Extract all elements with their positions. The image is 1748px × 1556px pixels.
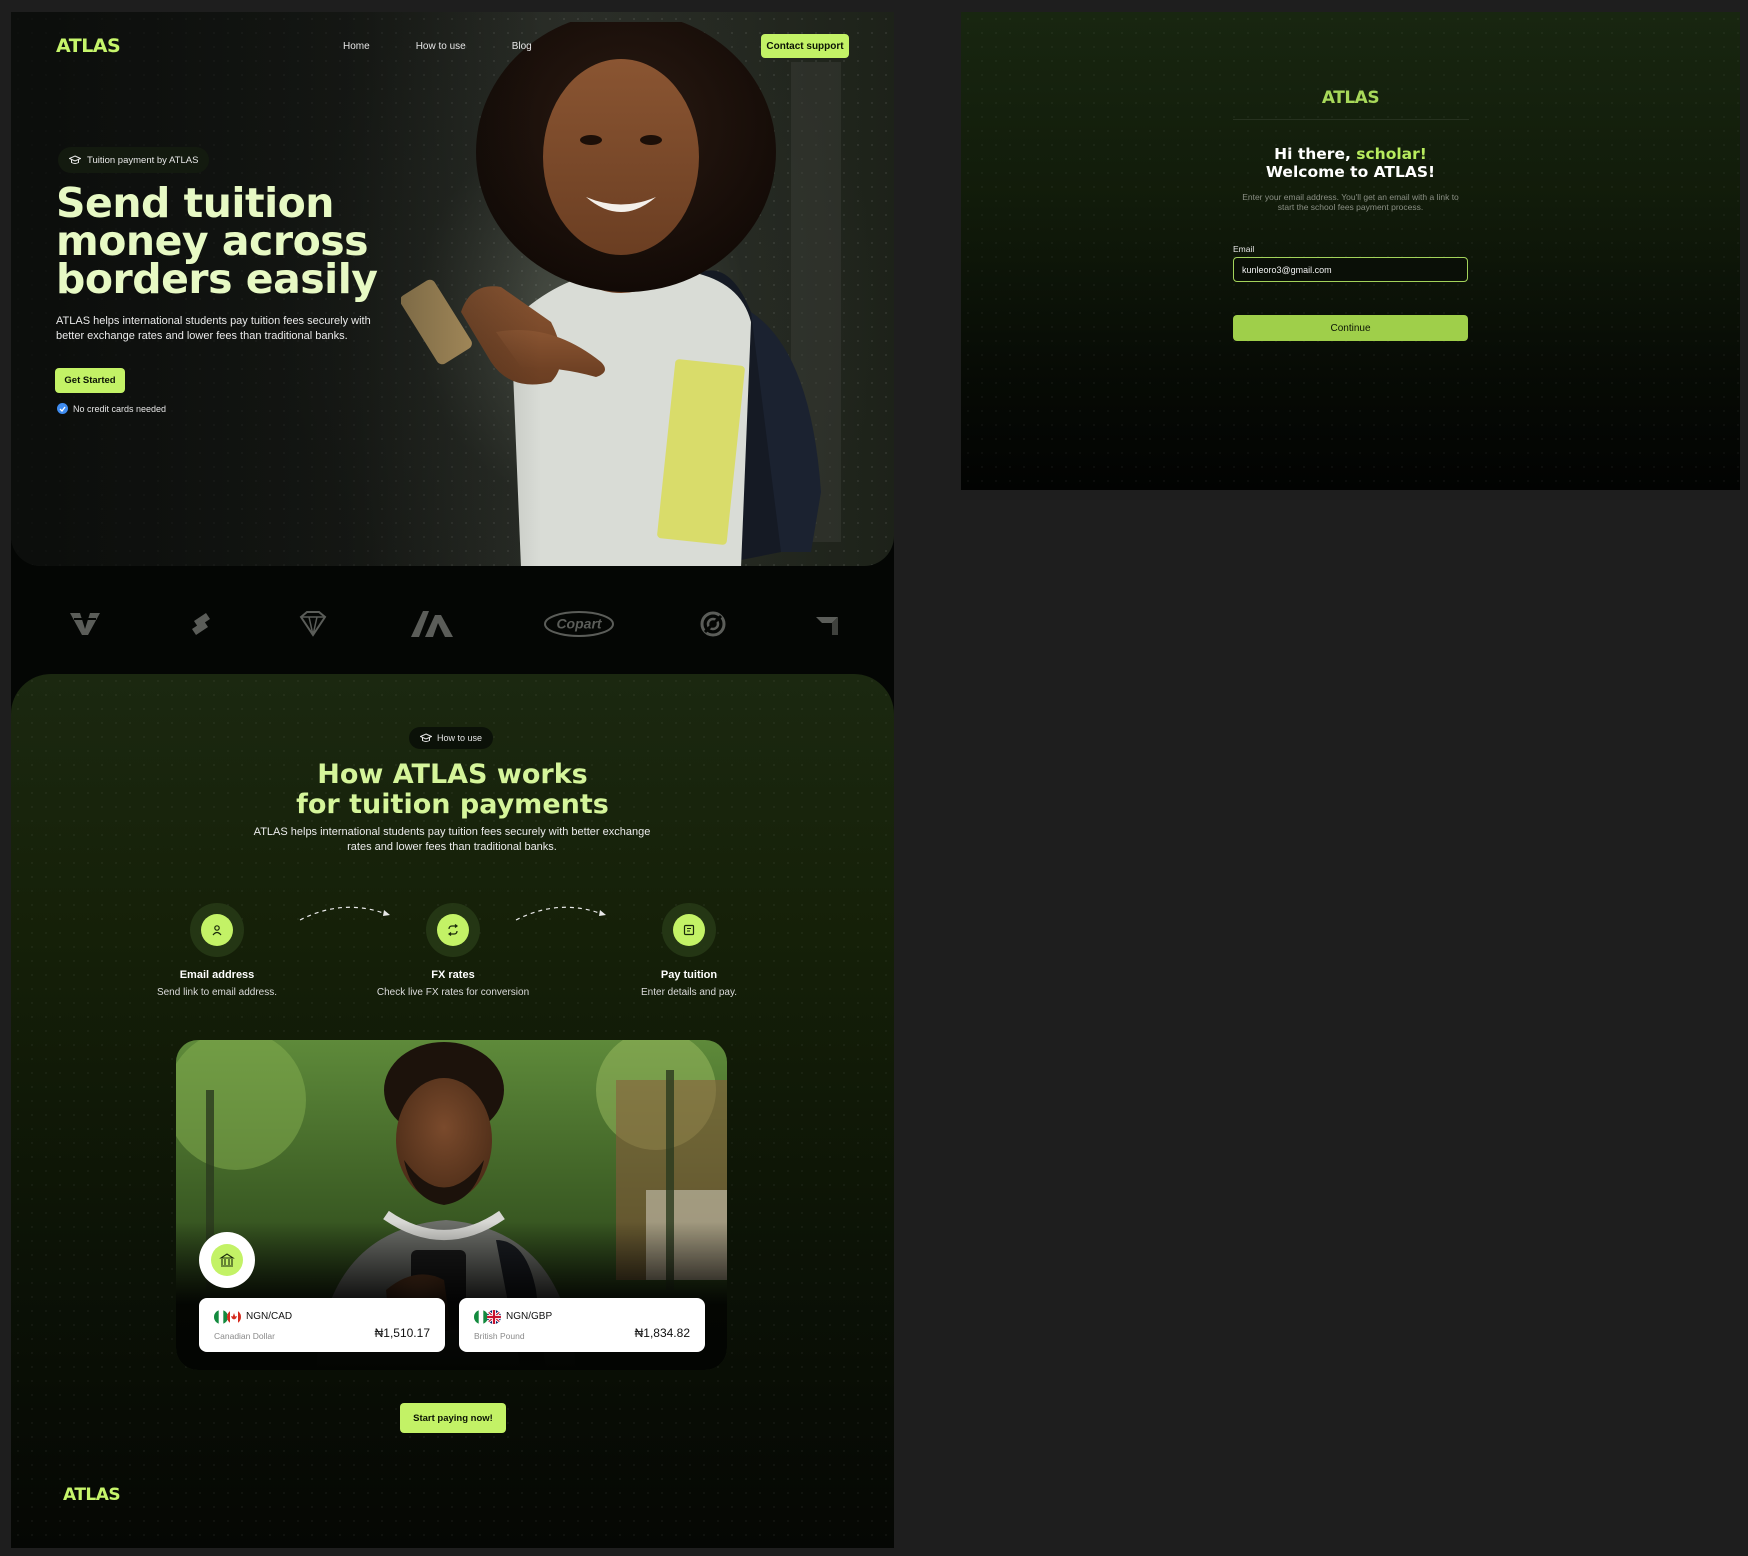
step-subtitle: Check live FX rates for conversion: [376, 987, 530, 998]
step-subtitle: Enter details and pay.: [641, 987, 737, 998]
graduation-cap-icon: [69, 155, 81, 164]
user-icon: [201, 914, 233, 946]
rate-currency-name: Canadian Dollar: [214, 1331, 275, 1341]
hero-description: ATLAS helps international students pay t…: [56, 315, 371, 342]
step-icon-ring: [190, 903, 244, 957]
greeting-accent: scholar!: [1356, 145, 1427, 163]
step-email-address: Email address Send link to email address…: [127, 903, 307, 998]
greeting-line-2: Welcome to ATLAS!: [1265, 163, 1436, 181]
s-logo-icon: [179, 602, 223, 646]
step-title: Email address: [179, 969, 255, 981]
main-nav: Home How to use Blog: [343, 41, 532, 52]
how-badge: How to use: [409, 727, 494, 749]
continue-button[interactable]: Continue: [1233, 315, 1468, 341]
greeting-line-1: Hi there, scholar!: [961, 145, 1740, 163]
nav-link-blog[interactable]: Blog: [512, 41, 532, 52]
step-subtitle: Send link to email address.: [156, 987, 278, 998]
uk-flag-icon: [487, 1310, 501, 1324]
how-description: ATLAS helps international students pay t…: [253, 826, 651, 853]
how-badge-label: How to use: [437, 733, 483, 743]
hero-badge: Tuition payment by ATLAS: [58, 147, 210, 173]
step-title: Pay tuition: [660, 969, 718, 981]
diamond-logo-icon: [291, 602, 335, 646]
how-title-line: How ATLAS works: [317, 759, 588, 790]
how-title-line: for tuition payments: [296, 789, 609, 820]
rate-card-ngn-gbp[interactable]: NGN/GBP British Pound ₦1,834.82: [459, 1298, 705, 1352]
exchange-icon: [437, 914, 469, 946]
copart-logo-icon: Copart: [541, 602, 617, 646]
nav-logo[interactable]: ATLAS: [56, 35, 121, 57]
step-icon-ring: [426, 903, 480, 957]
how-it-works-section: How to use How ATLAS works for tuition p…: [11, 674, 894, 1548]
hero-title: Send tuition money across borders easily: [56, 183, 476, 303]
greeting-prefix: Hi there,: [1274, 145, 1357, 163]
email-field[interactable]: [1233, 257, 1468, 282]
nav-link-how-to-use[interactable]: How to use: [416, 41, 466, 52]
step-pay-tuition: Pay tuition Enter details and pay.: [599, 903, 779, 998]
rate-currency-name: British Pound: [474, 1331, 525, 1341]
block-logo-icon: [805, 602, 849, 646]
school-badge: [199, 1232, 255, 1288]
receipt-icon: [673, 914, 705, 946]
hero-badge-label: Tuition payment by ATLAS: [87, 154, 199, 166]
school-icon: [211, 1244, 243, 1276]
rate-pair: NGN/CAD: [246, 1311, 293, 1322]
no-credit-card-label: No credit cards needed: [73, 403, 167, 414]
step-title: FX rates: [431, 969, 475, 981]
graduation-cap-icon: [420, 733, 432, 742]
aa-logo-icon: [407, 602, 457, 646]
divider: [1233, 119, 1469, 120]
flags: [474, 1310, 502, 1324]
hero-title-line: borders easily: [56, 255, 378, 303]
no-credit-card-note: No credit cards needed: [57, 403, 166, 414]
contact-support-button[interactable]: Contact support: [761, 34, 849, 58]
partner-logos: Copart: [11, 602, 894, 646]
login-greeting: Hi there, scholar! Welcome to ATLAS!: [961, 145, 1740, 181]
canada-flag-icon: [227, 1310, 241, 1324]
login-logo: ATLAS: [1321, 88, 1380, 108]
check-icon: [57, 403, 68, 414]
email-label: Email: [1233, 244, 1255, 254]
hero-section: ATLAS Home How to use Blog Contact suppo…: [11, 12, 894, 566]
v-logo-icon: [63, 602, 107, 646]
rate-pair: NGN/GBP: [506, 1311, 553, 1322]
step-icon-ring: [662, 903, 716, 957]
get-started-button[interactable]: Get Started: [55, 368, 125, 393]
flags: [214, 1310, 242, 1324]
rate-card-ngn-cad[interactable]: NGN/CAD Canadian Dollar ₦1,510.17: [199, 1298, 445, 1352]
copart-logo-text: Copart: [556, 616, 602, 632]
login-frame: ATLAS Hi there, scholar! Welcome to ATLA…: [961, 12, 1740, 490]
how-title: How ATLAS works for tuition payments: [11, 760, 894, 820]
start-paying-button[interactable]: Start paying now!: [400, 1403, 506, 1433]
nav-link-home[interactable]: Home: [343, 41, 370, 52]
dot-pattern: [961, 12, 1740, 490]
rate-value: ₦1,510.17: [374, 1326, 430, 1340]
footer-logo[interactable]: ATLAS: [63, 1485, 121, 1505]
circle-logo-icon: [691, 602, 735, 646]
login-subtitle: Enter your email address. You'll get an …: [1242, 192, 1459, 212]
rate-value: ₦1,834.82: [634, 1326, 690, 1340]
landing-page-frame: ATLAS Home How to use Blog Contact suppo…: [11, 12, 894, 1548]
